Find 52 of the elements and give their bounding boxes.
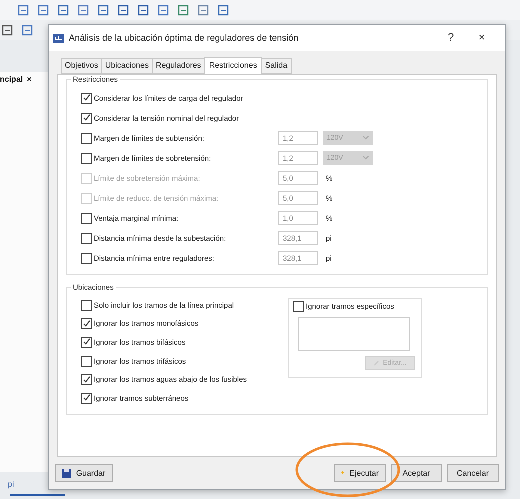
help-button[interactable]: ? <box>438 32 464 44</box>
toolbar-icon[interactable] <box>118 4 129 16</box>
checkbox[interactable] <box>81 92 92 104</box>
tab[interactable]: Ubicaciones <box>101 58 153 74</box>
toolbar-icon[interactable] <box>198 4 209 16</box>
toolbar-icon[interactable] <box>38 4 49 16</box>
run-button[interactable]: Ejecutar <box>334 464 386 482</box>
tab[interactable]: Restricciones <box>204 57 262 74</box>
chevron-icon <box>363 136 369 140</box>
panel-tab[interactable]: ncipal <box>0 75 24 84</box>
toolbar-icon[interactable] <box>98 4 109 16</box>
app-icon <box>53 34 64 42</box>
checkbox[interactable] <box>293 301 304 312</box>
toolbar-icon[interactable] <box>138 4 149 16</box>
checkbox[interactable] <box>81 374 92 386</box>
status-text: pi <box>8 480 14 489</box>
checkbox[interactable] <box>81 112 92 124</box>
check-icon <box>82 94 90 102</box>
checkbox[interactable] <box>81 318 92 330</box>
save-button[interactable]: Guardar <box>55 464 113 482</box>
checkbox[interactable] <box>81 392 92 404</box>
checkbox[interactable] <box>81 252 92 264</box>
toolbar-icon[interactable] <box>158 4 169 16</box>
dialog-title: Análisis de la ubicación óptima de reguladores de tensión <box>69 33 300 43</box>
accept-button[interactable]: Aceptar <box>391 464 442 482</box>
checkbox[interactable] <box>81 232 92 244</box>
cancel-button[interactable]: Cancelar <box>447 464 499 482</box>
tab[interactable]: Salida <box>261 58 292 74</box>
chevron-icon <box>363 156 369 160</box>
checkbox[interactable] <box>81 356 92 367</box>
checkbox[interactable] <box>81 336 92 348</box>
toolbar-icon[interactable] <box>22 24 33 36</box>
toolbar-icon[interactable] <box>58 4 69 16</box>
toolbar-icon[interactable] <box>178 4 189 16</box>
toolbar-icon[interactable] <box>218 4 229 16</box>
check-icon <box>82 320 90 328</box>
checkbox[interactable] <box>81 132 92 144</box>
tab[interactable]: Reguladores <box>152 58 206 74</box>
lightning-icon <box>341 468 345 478</box>
check-icon <box>82 338 90 346</box>
checkbox[interactable] <box>81 300 92 311</box>
toolbar-icon[interactable] <box>78 4 89 16</box>
panel-close-button[interactable]: × <box>27 75 32 84</box>
check-icon <box>82 376 90 384</box>
tab[interactable]: Objetivos <box>61 58 102 74</box>
toolbar-icon[interactable] <box>2 24 13 36</box>
checkbox[interactable] <box>81 212 92 224</box>
close-button[interactable]: × <box>469 32 495 44</box>
checkbox[interactable] <box>81 152 92 164</box>
check-icon <box>82 394 90 402</box>
toolbar-icon[interactable] <box>18 4 29 16</box>
check-icon <box>82 114 90 122</box>
